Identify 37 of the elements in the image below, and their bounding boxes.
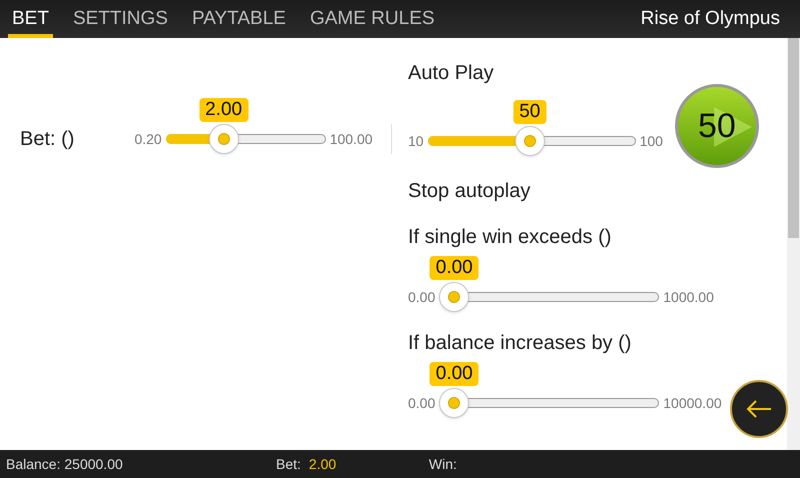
slider-max-label: 100 (640, 132, 663, 150)
slider-track[interactable] (439, 282, 660, 312)
slider-max-label: 100.00 (330, 130, 373, 148)
game-title: Rise of Olympus (640, 6, 781, 31)
tab[interactable]: SETTINGS (68, 0, 172, 38)
balance-text: Balance: 25000.00 (6, 454, 124, 474)
slider-value-bubble: 0.00 (430, 256, 479, 280)
auto-play-title: Auto Play (408, 61, 495, 86)
win-label: Win: (428, 454, 457, 474)
tab[interactable]: PAYTABLE (188, 0, 290, 38)
condition-label: If balance increases by () (408, 331, 632, 356)
slider-thumb[interactable] (208, 124, 239, 154)
slider-min-label: 0.20 (134, 130, 162, 148)
stop-autoplay-title: Stop autoplay (408, 179, 532, 204)
scrollbar[interactable] (787, 38, 800, 450)
slider-thumb[interactable] (439, 282, 470, 312)
slider-min-label: 0.00 (408, 288, 436, 306)
slider-value-bubble: 2.00 (199, 98, 248, 122)
tab[interactable]: GAME RULES (306, 0, 439, 38)
slider-value-bubble: 50 (513, 100, 546, 124)
slider-max-label: 10000.00 (663, 394, 722, 412)
bet-status-value: 2.00 (308, 454, 338, 474)
slider-min-label: 10 (408, 132, 424, 150)
tab[interactable]: BET (8, 0, 53, 38)
slider-max-label: 1000.00 (663, 288, 714, 306)
bet-label: Bet: () (20, 127, 74, 152)
slider-min-label: 0.00 (408, 394, 436, 412)
condition-label: If single win exceeds () (408, 225, 612, 250)
slider-thumb[interactable] (514, 126, 545, 156)
autoplay-start-button[interactable]: 50 (674, 84, 759, 168)
slider-value-bubble: 0.00 (430, 362, 479, 386)
slider-track[interactable] (428, 126, 636, 156)
slider-thumb[interactable] (439, 388, 470, 418)
slider-track[interactable] (166, 124, 326, 154)
arrow-left-icon (746, 400, 772, 418)
bet-status-label: Bet: (276, 454, 301, 474)
slider-track[interactable] (439, 388, 660, 418)
